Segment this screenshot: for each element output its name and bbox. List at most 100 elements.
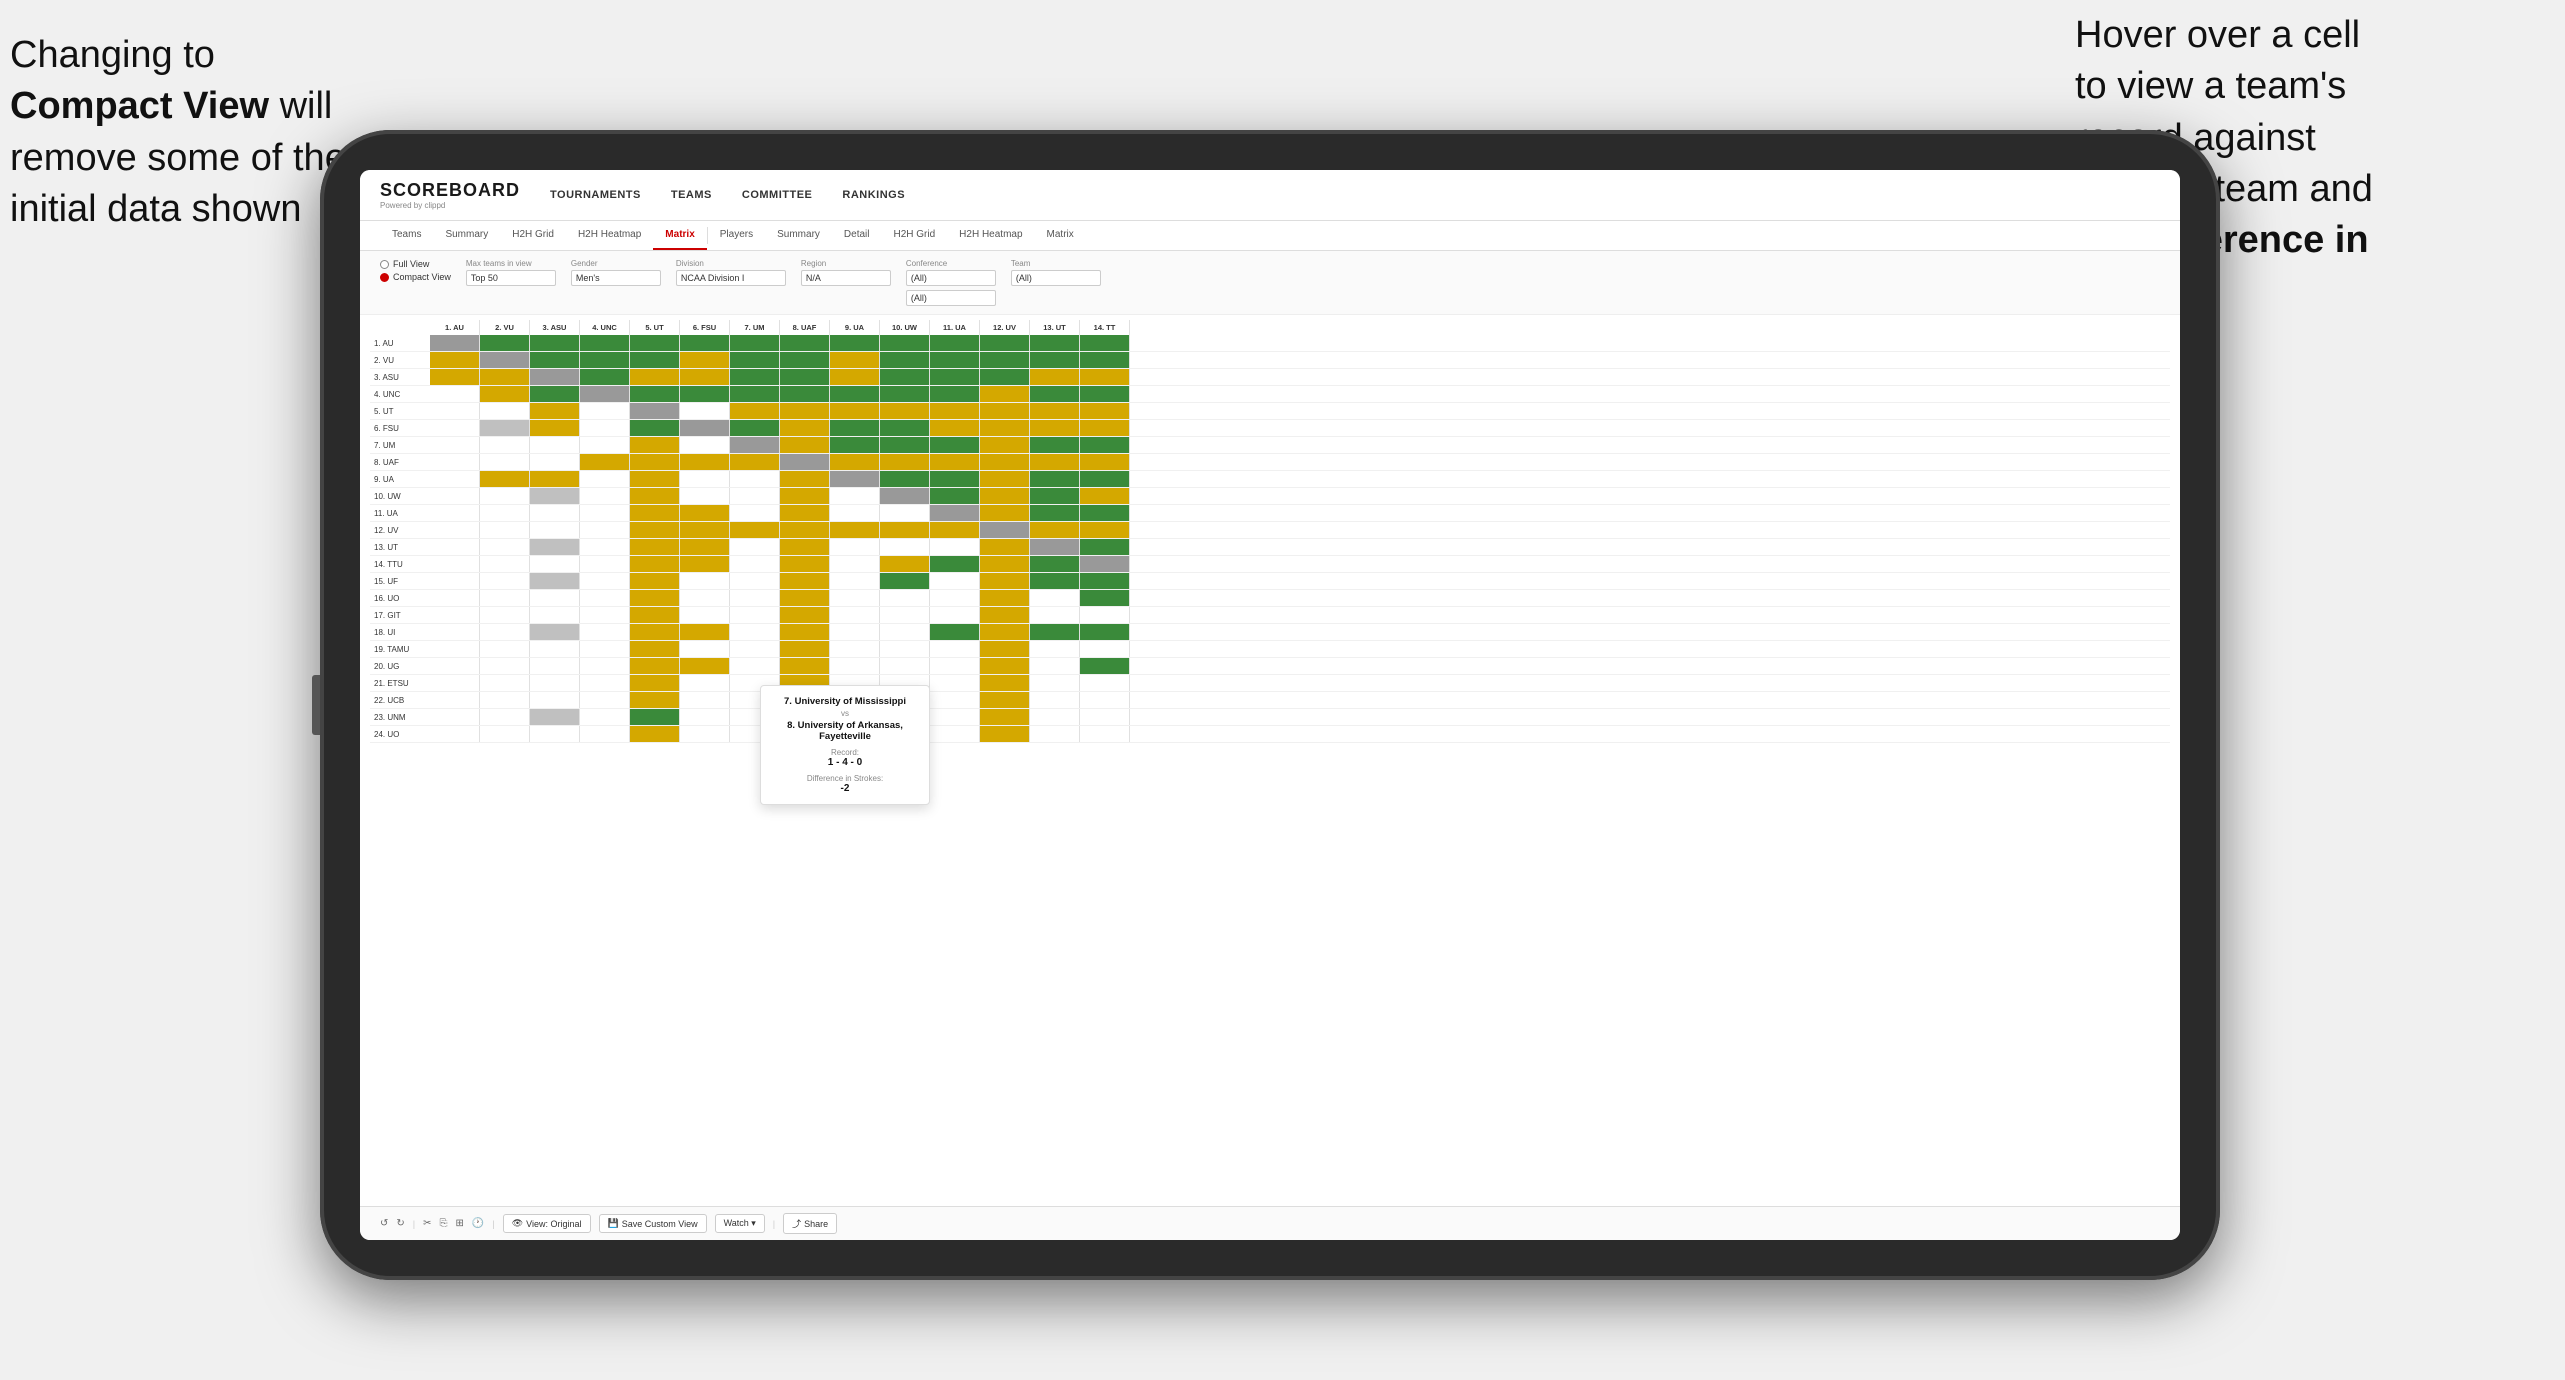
matrix-cell[interactable] [1080, 454, 1130, 470]
matrix-cell[interactable] [780, 641, 830, 657]
matrix-cell[interactable] [930, 641, 980, 657]
matrix-cell[interactable] [630, 692, 680, 708]
subnav-h2hgrid[interactable]: H2H Grid [500, 221, 566, 250]
nav-rankings[interactable]: RANKINGS [842, 189, 905, 201]
matrix-cell[interactable] [780, 624, 830, 640]
matrix-cell[interactable] [680, 437, 730, 453]
matrix-cell[interactable] [580, 692, 630, 708]
matrix-cell[interactable] [730, 471, 780, 487]
matrix-cell[interactable] [430, 726, 480, 742]
matrix-cell[interactable] [980, 403, 1030, 419]
matrix-cell[interactable] [980, 505, 1030, 521]
matrix-cell[interactable] [980, 488, 1030, 504]
matrix-cell[interactable] [780, 658, 830, 674]
matrix-area[interactable]: 1. AU 2. VU 3. ASU 4. UNC 5. UT 6. FSU 7… [360, 315, 2180, 1206]
matrix-cell[interactable] [480, 726, 530, 742]
matrix-cell[interactable] [480, 488, 530, 504]
matrix-cell[interactable] [1080, 539, 1130, 555]
matrix-cell[interactable] [1080, 726, 1130, 742]
matrix-cell[interactable] [980, 709, 1030, 725]
matrix-cell[interactable] [530, 573, 580, 589]
matrix-cell[interactable] [980, 658, 1030, 674]
matrix-cell[interactable] [1030, 658, 1080, 674]
matrix-cell[interactable] [480, 624, 530, 640]
matrix-cell[interactable] [680, 675, 730, 691]
matrix-cell[interactable] [430, 709, 480, 725]
matrix-cell[interactable] [980, 522, 1030, 538]
matrix-cell[interactable] [730, 641, 780, 657]
subnav-h2hgrid-r[interactable]: H2H Grid [881, 221, 947, 250]
matrix-cell[interactable] [830, 369, 880, 385]
matrix-cell[interactable] [680, 624, 730, 640]
matrix-cell[interactable] [830, 420, 880, 436]
gender-select[interactable]: Men's [571, 270, 661, 286]
matrix-cell[interactable] [1080, 709, 1130, 725]
save-custom-button[interactable]: 💾 Save Custom View [599, 1214, 707, 1233]
matrix-cell[interactable] [780, 539, 830, 555]
matrix-cell[interactable] [530, 675, 580, 691]
matrix-cell[interactable] [930, 624, 980, 640]
matrix-cell[interactable] [1080, 675, 1130, 691]
matrix-cell[interactable] [1080, 624, 1130, 640]
matrix-cell[interactable] [1030, 726, 1080, 742]
matrix-cell[interactable] [480, 522, 530, 538]
matrix-cell[interactable] [480, 505, 530, 521]
matrix-cell[interactable] [430, 607, 480, 623]
matrix-cell[interactable] [630, 352, 680, 368]
matrix-cell[interactable] [1080, 590, 1130, 606]
matrix-cell[interactable] [480, 607, 530, 623]
matrix-cell[interactable] [580, 420, 630, 436]
matrix-cell[interactable] [880, 420, 930, 436]
matrix-cell[interactable] [930, 403, 980, 419]
matrix-cell[interactable] [1030, 471, 1080, 487]
matrix-cell[interactable] [780, 471, 830, 487]
matrix-cell[interactable] [880, 522, 930, 538]
matrix-cell[interactable] [480, 709, 530, 725]
matrix-cell[interactable] [830, 335, 880, 351]
matrix-cell[interactable] [980, 454, 1030, 470]
matrix-cell[interactable] [880, 454, 930, 470]
matrix-cell[interactable] [880, 386, 930, 402]
matrix-cell[interactable] [930, 590, 980, 606]
matrix-cell[interactable] [1030, 539, 1080, 555]
copy-icon[interactable]: ⎘ [440, 1218, 448, 1229]
matrix-cell[interactable] [680, 590, 730, 606]
matrix-cell[interactable] [580, 641, 630, 657]
matrix-cell[interactable] [680, 454, 730, 470]
matrix-cell[interactable] [430, 471, 480, 487]
matrix-cell[interactable] [1030, 641, 1080, 657]
matrix-cell[interactable] [980, 624, 1030, 640]
conference-select1[interactable]: (All) [906, 270, 996, 286]
subnav-players[interactable]: Players [708, 221, 765, 250]
matrix-cell[interactable] [830, 471, 880, 487]
matrix-cell[interactable] [680, 369, 730, 385]
matrix-cell[interactable] [980, 607, 1030, 623]
matrix-cell[interactable] [980, 573, 1030, 589]
matrix-cell[interactable] [630, 471, 680, 487]
matrix-cell[interactable] [1080, 488, 1130, 504]
matrix-cell[interactable] [1030, 505, 1080, 521]
matrix-cell[interactable] [1030, 692, 1080, 708]
matrix-cell[interactable] [430, 522, 480, 538]
matrix-cell[interactable] [530, 420, 580, 436]
matrix-cell[interactable] [830, 403, 880, 419]
matrix-cell[interactable] [730, 505, 780, 521]
matrix-cell[interactable] [480, 692, 530, 708]
matrix-cell[interactable] [480, 369, 530, 385]
matrix-cell[interactable] [530, 352, 580, 368]
matrix-cell[interactable] [980, 386, 1030, 402]
matrix-cell[interactable] [880, 437, 930, 453]
matrix-cell[interactable] [830, 607, 880, 623]
matrix-cell[interactable] [680, 403, 730, 419]
max-teams-select[interactable]: Top 50 [466, 270, 556, 286]
matrix-cell[interactable] [830, 590, 880, 606]
matrix-cell[interactable] [880, 641, 930, 657]
matrix-cell[interactable] [530, 369, 580, 385]
matrix-cell[interactable] [1080, 471, 1130, 487]
matrix-cell[interactable] [830, 522, 880, 538]
matrix-cell[interactable] [430, 539, 480, 555]
matrix-cell[interactable] [1030, 335, 1080, 351]
matrix-cell[interactable] [730, 352, 780, 368]
full-view-radio[interactable] [380, 260, 389, 269]
subnav-matrix-r[interactable]: Matrix [1035, 221, 1086, 250]
